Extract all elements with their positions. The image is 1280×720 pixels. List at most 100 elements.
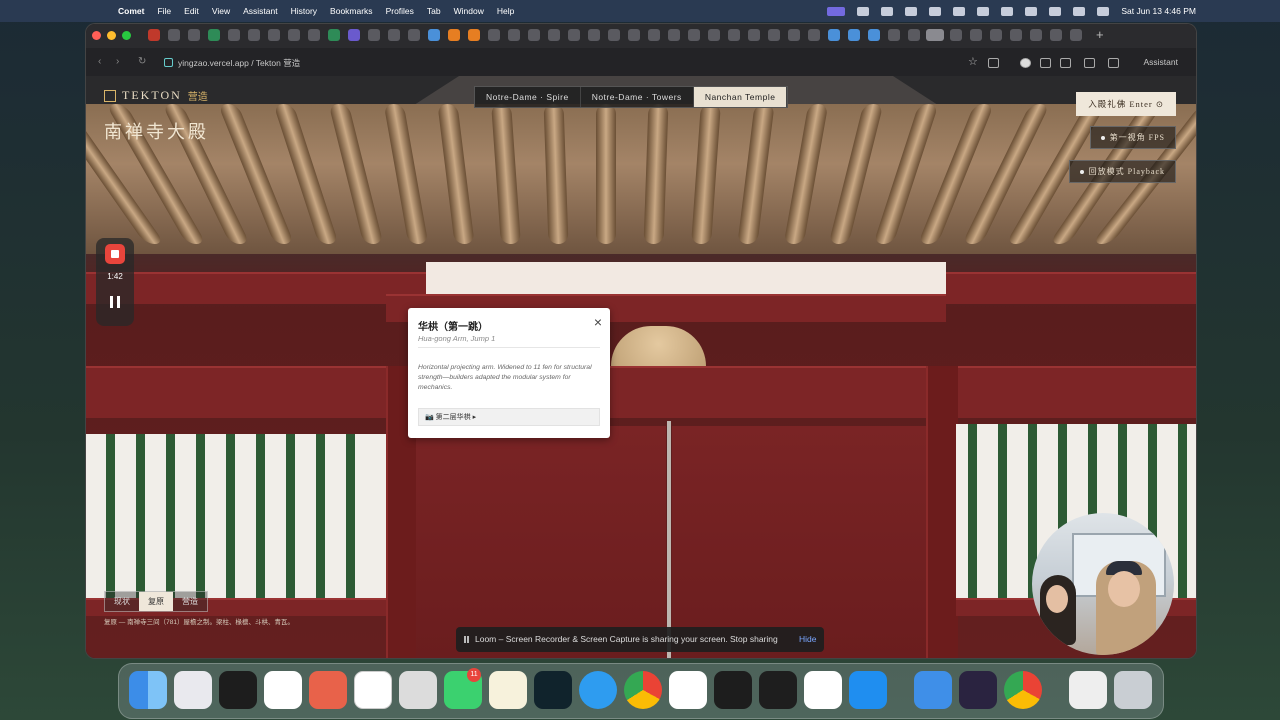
menu-app-name[interactable]: Comet — [118, 6, 144, 16]
menu-profiles[interactable]: Profiles — [386, 6, 414, 16]
tab-icon[interactable] — [1010, 29, 1022, 41]
wifi-icon[interactable] — [1001, 6, 1014, 16]
tab-icon[interactable] — [950, 29, 962, 41]
tab-icon[interactable] — [468, 29, 480, 41]
tab-icon[interactable] — [388, 29, 400, 41]
tab-icon[interactable] — [848, 29, 860, 41]
menu-clock[interactable]: Sat Jun 13 4:46 PM — [1121, 6, 1196, 16]
tab-icon[interactable] — [808, 29, 820, 41]
notion-status-icon[interactable] — [857, 6, 870, 16]
tab-icon[interactable] — [1030, 29, 1042, 41]
chart-status-icon[interactable] — [881, 6, 894, 16]
menu-icon[interactable] — [1084, 58, 1095, 68]
siri-icon[interactable] — [1097, 6, 1110, 16]
tab-icon[interactable] — [148, 29, 160, 41]
grammarly-status-icon[interactable] — [905, 6, 918, 16]
assistant-button[interactable]: Assistant — [1144, 57, 1179, 67]
tab-icon[interactable] — [728, 29, 740, 41]
tab-icon[interactable] — [888, 29, 900, 41]
menu-help[interactable]: Help — [497, 6, 514, 16]
tab-icon[interactable] — [1050, 29, 1062, 41]
bluetooth-icon[interactable] — [953, 6, 966, 16]
download-icon[interactable] — [1060, 58, 1071, 68]
close-window-button[interactable] — [92, 31, 101, 40]
control-center-icon[interactable] — [1073, 6, 1086, 16]
tab-icon[interactable] — [568, 29, 580, 41]
tab-icon[interactable] — [188, 29, 200, 41]
stop-recording-button[interactable] — [105, 244, 125, 264]
finder-icon[interactable] — [129, 671, 167, 709]
launchpad-icon[interactable] — [174, 671, 212, 709]
bookmark-star-icon[interactable]: ☆ — [968, 55, 978, 68]
menu-history[interactable]: History — [291, 6, 317, 16]
perplexity-icon[interactable] — [219, 671, 257, 709]
xcode-icon[interactable] — [849, 671, 887, 709]
fps-mode-button[interactable]: 第一视角 FPS — [1089, 126, 1176, 149]
menu-window[interactable]: Window — [454, 6, 484, 16]
tab-icon[interactable] — [628, 29, 640, 41]
tab-icon[interactable] — [168, 29, 180, 41]
menu-edit[interactable]: Edit — [184, 6, 199, 16]
address-bar[interactable]: yingzao.vercel.app / Tekton 营造 — [178, 57, 300, 69]
claude-icon[interactable] — [309, 671, 347, 709]
left-door-panel[interactable] — [416, 426, 666, 658]
extension-icon[interactable] — [1020, 58, 1031, 68]
screen-share-status-icon[interactable] — [929, 6, 942, 16]
tab-icon[interactable] — [328, 29, 340, 41]
chrome-icon[interactable] — [1004, 671, 1042, 709]
audio-app-icon[interactable] — [959, 671, 997, 709]
downloads-icon[interactable] — [1069, 671, 1107, 709]
tab-notre-dame-spire[interactable]: Notre-Dame · Spire — [475, 87, 581, 107]
tab-notre-dame-towers[interactable]: Notre-Dame · Towers — [581, 87, 694, 107]
next-component-link[interactable]: 📷 第二层华栱 ▸ — [418, 408, 600, 426]
comet-browser-icon[interactable] — [534, 671, 572, 709]
menu-tab[interactable]: Tab — [427, 6, 441, 16]
tab-icon[interactable] — [708, 29, 720, 41]
zoom-window-button[interactable] — [122, 31, 131, 40]
extension-icon[interactable] — [1040, 58, 1051, 68]
share-icon[interactable] — [988, 58, 999, 68]
menu-view[interactable]: View — [212, 6, 230, 16]
site-brand[interactable]: TEKTON 营造 — [104, 88, 208, 103]
reload-icon[interactable]: ↻ — [138, 56, 146, 67]
webcam-bubble[interactable] — [1032, 513, 1174, 655]
tab-icon[interactable] — [228, 29, 240, 41]
tab-icon[interactable] — [208, 29, 220, 41]
tab-icon[interactable] — [488, 29, 500, 41]
tab-icon[interactable] — [368, 29, 380, 41]
tab-icon[interactable] — [428, 29, 440, 41]
notion-icon[interactable] — [669, 671, 707, 709]
tab-icon[interactable] — [608, 29, 620, 41]
site-info-icon[interactable] — [164, 58, 173, 67]
back-arrow-icon[interactable]: ‹ — [98, 56, 101, 67]
slack-icon[interactable] — [804, 671, 842, 709]
tab-icon[interactable] — [1070, 29, 1082, 41]
tab-icon[interactable] — [768, 29, 780, 41]
menu-bookmarks[interactable]: Bookmarks — [330, 6, 373, 16]
mode-restored[interactable]: 复原 — [139, 592, 173, 611]
spotlight-search-icon[interactable] — [1049, 6, 1062, 16]
playback-mode-button[interactable]: 回放模式 Playback — [1068, 160, 1176, 183]
layers-app-icon[interactable] — [714, 671, 752, 709]
tab-icon[interactable] — [448, 29, 460, 41]
mode-construction[interactable]: 营造 — [173, 592, 207, 611]
mode-current-state[interactable]: 现状 — [105, 592, 139, 611]
minimize-window-button[interactable] — [107, 31, 116, 40]
tab-icon[interactable] — [588, 29, 600, 41]
safari-icon[interactable] — [579, 671, 617, 709]
right-door-panel[interactable] — [672, 426, 926, 658]
focus-moon-icon[interactable] — [977, 6, 990, 16]
status-app-icon[interactable] — [827, 6, 846, 16]
enter-hall-button[interactable]: 入殿礼佛 Enter ⊙ — [1076, 92, 1176, 116]
audio-icon[interactable] — [1108, 58, 1119, 68]
tab-icon[interactable] — [788, 29, 800, 41]
forward-arrow-icon[interactable]: › — [116, 56, 119, 67]
tab-icon[interactable] — [908, 29, 920, 41]
warp-terminal-icon[interactable] — [354, 671, 392, 709]
figma-icon[interactable] — [759, 671, 797, 709]
screenshot-app-icon[interactable] — [399, 671, 437, 709]
chrome-icon[interactable] — [624, 671, 662, 709]
tab-icon[interactable] — [248, 29, 260, 41]
tab-icon[interactable] — [868, 29, 880, 41]
notes-icon[interactable] — [489, 671, 527, 709]
